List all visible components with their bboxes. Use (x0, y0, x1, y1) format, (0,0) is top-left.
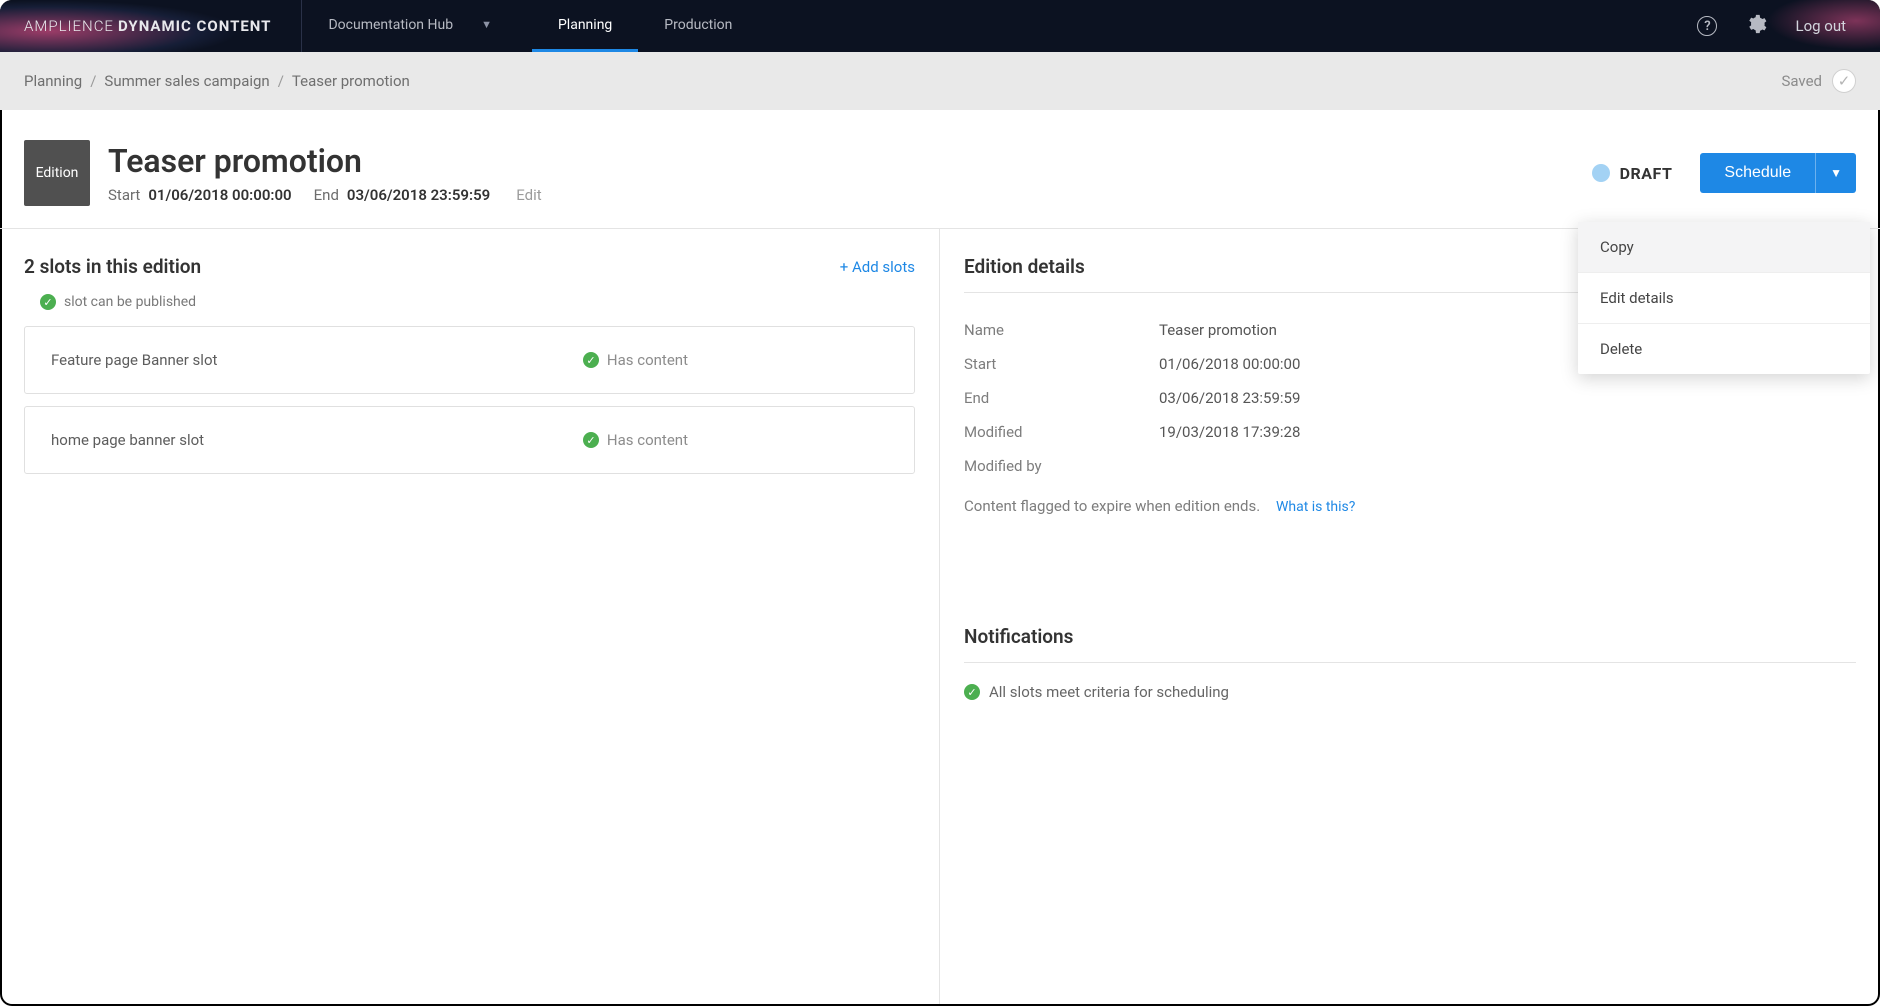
add-slots-link[interactable]: + Add slots (840, 258, 915, 276)
brand-thin: AMPLIENCE (24, 17, 114, 35)
breadcrumb: Planning / Summer sales campaign / Tease… (0, 52, 1880, 110)
status-label: DRAFT (1620, 164, 1673, 183)
detail-name-key: Name (964, 321, 1159, 339)
end-value: 03/06/2018 23:59:59 (347, 186, 490, 204)
dropdown-delete[interactable]: Delete (1578, 324, 1870, 374)
status-badge: DRAFT (1592, 164, 1673, 183)
check-icon: ✓ (583, 352, 599, 368)
edit-dates-link[interactable]: Edit (516, 186, 541, 204)
slot-name: Feature page Banner slot (51, 351, 217, 369)
chevron-down-icon: ▼ (481, 18, 492, 31)
has-content-label: Has content (607, 351, 688, 369)
check-icon: ✓ (40, 294, 56, 310)
nav-doc-label: Documentation Hub (328, 17, 453, 33)
notifications-title: Notifications (964, 625, 1856, 648)
slot-status: ✓ Has content (583, 431, 888, 449)
edition-chip: Edition (24, 140, 90, 206)
slot-status: ✓ Has content (583, 351, 888, 369)
schedule-caret-button[interactable]: ▼ (1815, 153, 1856, 193)
check-icon: ✓ (583, 432, 599, 448)
logout-link[interactable]: Log out (1795, 17, 1846, 35)
detail-start-key: Start (964, 355, 1159, 373)
slot-card[interactable]: home page banner slot ✓ Has content (24, 406, 915, 474)
start-value: 01/06/2018 00:00:00 (148, 186, 291, 204)
breadcrumb-current: Teaser promotion (292, 72, 410, 90)
schedule-dropdown: Copy Edit details Delete (1578, 222, 1870, 374)
nav-planning[interactable]: Planning (532, 0, 638, 52)
nav-documentation-hub[interactable]: Documentation Hub ▼ (302, 0, 531, 52)
slot-name: home page banner slot (51, 431, 204, 449)
saved-label: Saved (1781, 72, 1822, 90)
check-icon: ✓ (964, 684, 980, 700)
detail-end-key: End (964, 389, 1159, 407)
nav-production[interactable]: Production (638, 0, 758, 52)
breadcrumb-campaign[interactable]: Summer sales campaign (104, 72, 269, 90)
page-title: Teaser promotion (108, 142, 542, 180)
what-is-this-link[interactable]: What is this? (1276, 499, 1355, 515)
dropdown-copy[interactable]: Copy (1578, 222, 1870, 273)
breadcrumb-sep: / (278, 72, 284, 90)
slots-heading: 2 slots in this edition (24, 255, 201, 278)
dropdown-edit-details[interactable]: Edit details (1578, 273, 1870, 324)
slot-card[interactable]: Feature page Banner slot ✓ Has content (24, 326, 915, 394)
slots-panel: 2 slots in this edition + Add slots ✓ sl… (0, 229, 940, 1004)
detail-modified-key: Modified (964, 423, 1159, 441)
brand-bold: DYNAMIC CONTENT (118, 17, 272, 35)
detail-name-value: Teaser promotion (1159, 321, 1277, 339)
top-nav: AMPLIENCE DYNAMIC CONTENT Documentation … (0, 0, 1880, 52)
schedule-button[interactable]: Schedule (1700, 153, 1815, 193)
detail-start-value: 01/06/2018 00:00:00 (1159, 355, 1300, 373)
detail-modifiedby-key: Modified by (964, 457, 1159, 475)
end-label: End (314, 186, 339, 204)
gear-icon[interactable] (1745, 13, 1767, 39)
help-icon[interactable]: ? (1697, 16, 1717, 36)
expire-text: Content flagged to expire when edition e… (964, 497, 1260, 515)
detail-modified-value: 19/03/2018 17:39:28 (1159, 423, 1300, 441)
breadcrumb-sep: / (90, 72, 96, 90)
brand-logo: AMPLIENCE DYNAMIC CONTENT (0, 0, 302, 52)
notification-text: All slots meet criteria for scheduling (989, 683, 1229, 701)
saved-check-icon: ✓ (1832, 69, 1856, 93)
breadcrumb-planning[interactable]: Planning (24, 72, 82, 90)
page-header: Edition Teaser promotion Start 01/06/201… (0, 110, 1880, 228)
detail-end-value: 03/06/2018 23:59:59 (1159, 389, 1300, 407)
status-dot-icon (1592, 164, 1610, 182)
start-label: Start (108, 186, 140, 204)
has-content-label: Has content (607, 431, 688, 449)
slot-legend: slot can be published (64, 294, 196, 310)
